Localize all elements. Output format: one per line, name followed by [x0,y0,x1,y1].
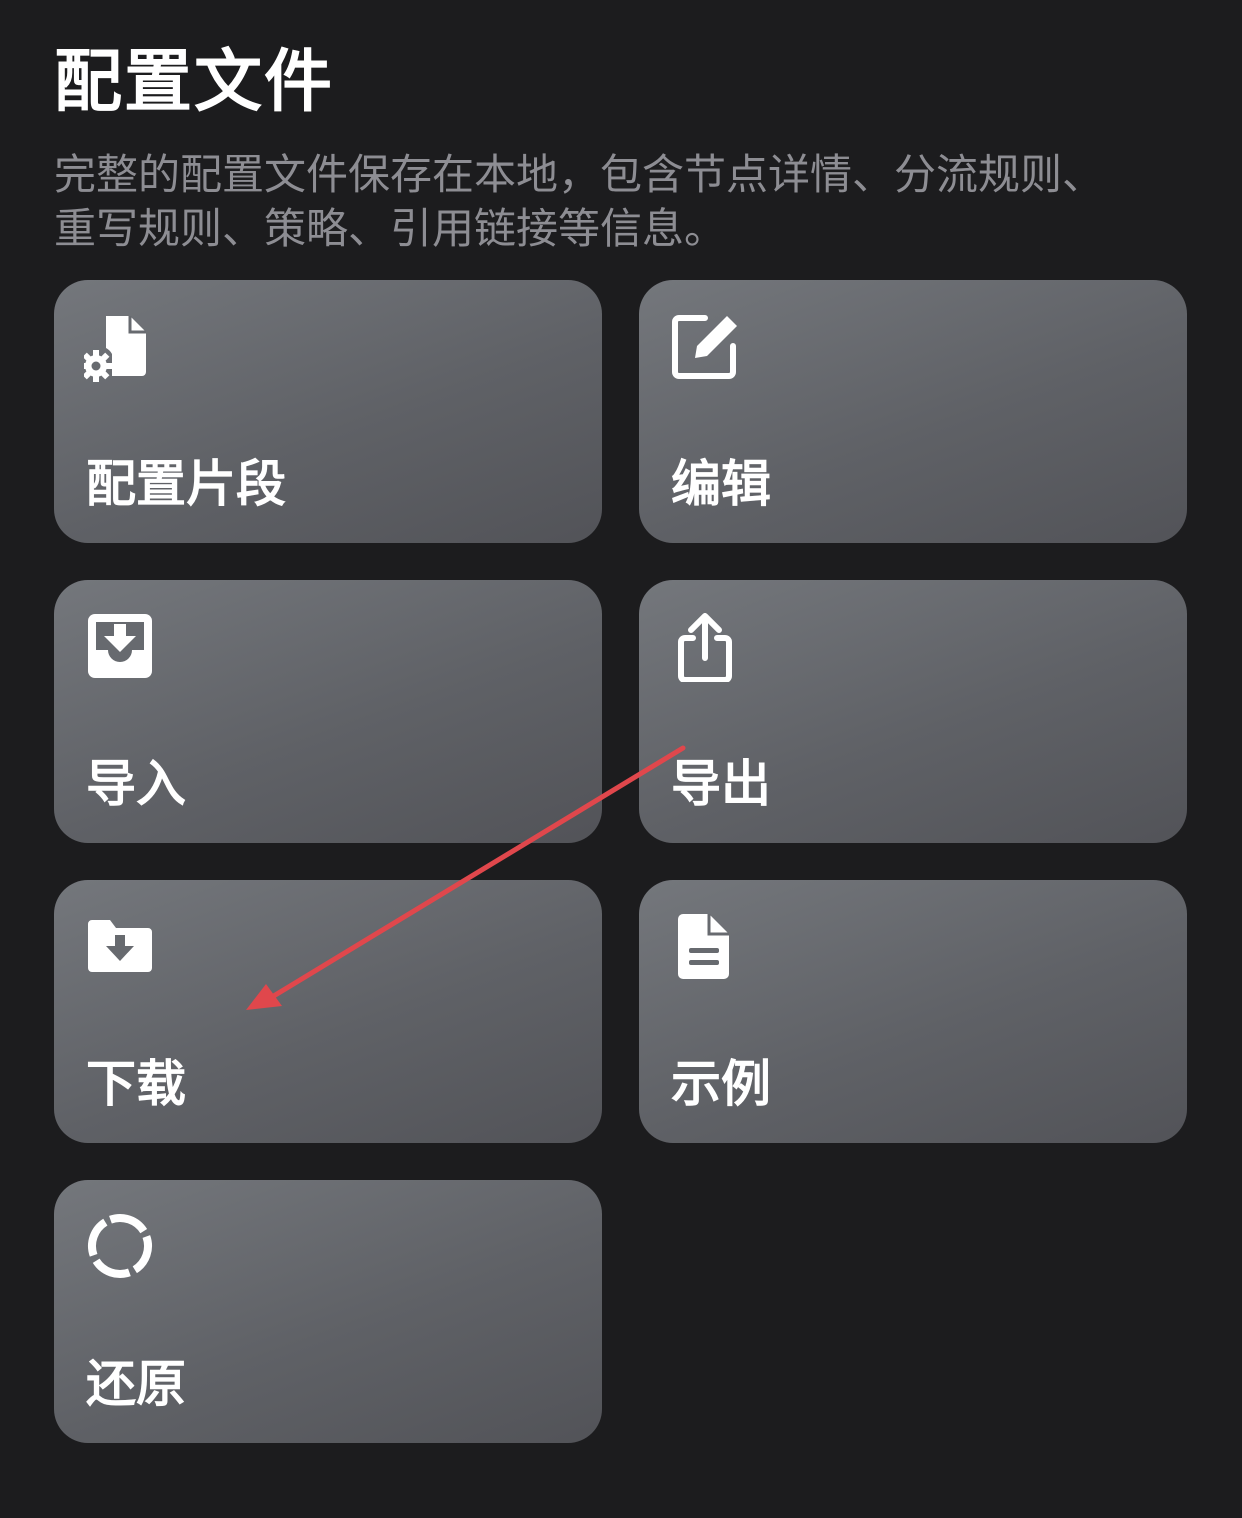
tile-config-snippets[interactable]: 配置片段 [54,280,602,543]
edit-icon [669,310,741,382]
tile-export[interactable]: 导出 [639,580,1187,843]
tray-download-icon [84,610,156,682]
share-icon [669,610,741,682]
tile-edit[interactable]: 编辑 [639,280,1187,543]
tile-download[interactable]: 下载 [54,880,602,1143]
tile-label: 配置片段 [86,455,286,513]
document-icon [669,910,741,982]
tile-label: 下载 [86,1055,186,1113]
tile-label: 编辑 [671,455,771,513]
folder-download-icon [84,910,156,982]
dashed-circle-icon [84,1210,156,1282]
tile-import[interactable]: 导入 [54,580,602,843]
tile-label: 示例 [671,1055,771,1113]
tile-label: 还原 [86,1355,186,1413]
tile-label: 导出 [671,755,771,813]
tile-restore[interactable]: 还原 [54,1180,602,1443]
tile-label: 导入 [86,755,186,813]
page-description: 完整的配置文件保存在本地，包含节点详情、分流规则、重写规则、策略、引用链接等信息… [54,150,1105,253]
page-title: 配置文件 [54,43,335,122]
tile-example[interactable]: 示例 [639,880,1187,1143]
file-gear-icon [84,310,156,382]
